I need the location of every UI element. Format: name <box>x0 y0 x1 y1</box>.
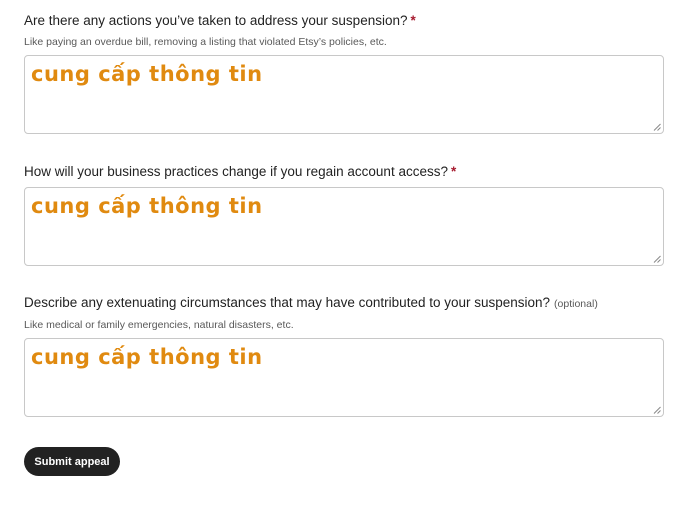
resize-grip-icon[interactable] <box>653 123 661 131</box>
question-actions-label: Are there any actions you’ve taken to ad… <box>24 12 666 30</box>
submit-appeal-button[interactable]: Submit appeal <box>24 447 120 476</box>
extenuating-value: cung cấp thông tin <box>31 345 263 369</box>
practices-change-textarea[interactable]: cung cấp thông tin <box>24 187 664 266</box>
question-practices-change: How will your business practices change … <box>24 163 666 266</box>
resize-grip-icon[interactable] <box>653 255 661 263</box>
question-actions-hint: Like paying an overdue bill, removing a … <box>24 36 387 48</box>
question-practices-text: How will your business practices change … <box>24 164 448 179</box>
extenuating-textarea[interactable]: cung cấp thông tin <box>24 338 664 417</box>
required-marker: * <box>450 164 457 179</box>
question-extenuating-text: Describe any extenuating circumstances t… <box>24 295 551 310</box>
required-marker: * <box>410 13 416 28</box>
question-actions-text: Are there any actions you’ve taken to ad… <box>24 13 408 28</box>
question-extenuating: Describe any extenuating circumstances t… <box>24 294 666 417</box>
optional-tag: (optional) <box>554 298 598 310</box>
question-extenuating-hint: Like medical or family emergencies, natu… <box>24 319 294 331</box>
question-actions-taken: Are there any actions you’ve taken to ad… <box>24 12 666 134</box>
practices-change-value: cung cấp thông tin <box>31 194 263 218</box>
actions-taken-textarea[interactable]: cung cấp thông tin <box>24 55 664 134</box>
actions-taken-value: cung cấp thông tin <box>31 62 263 86</box>
question-practices-label: How will your business practices change … <box>24 163 666 181</box>
resize-grip-icon[interactable] <box>653 406 661 414</box>
question-extenuating-label: Describe any extenuating circumstances t… <box>24 294 666 313</box>
